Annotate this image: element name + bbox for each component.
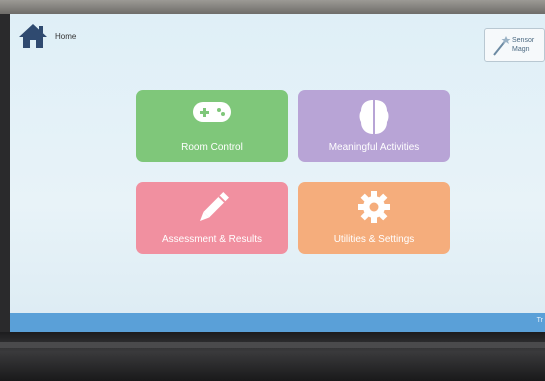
home-icon: [19, 24, 47, 48]
magic-wand-icon: [493, 36, 511, 56]
room-control-tile[interactable]: Room Control: [136, 90, 288, 162]
bottom-status-bar: Tr: [10, 313, 545, 332]
app-screen: Home Sensor Magn Room Control Meaningful…: [10, 14, 545, 332]
meaningful-activities-tile[interactable]: Meaningful Activities: [298, 90, 450, 162]
home-button[interactable]: [18, 22, 48, 50]
assessment-results-tile[interactable]: Assessment & Results: [136, 182, 288, 254]
status-bar-text: Tr: [536, 317, 543, 324]
monitor-ledge: [0, 342, 545, 348]
monitor-top-bezel: [0, 0, 545, 14]
sensor-button[interactable]: Sensor Magn: [484, 28, 545, 62]
gamepad-icon: [193, 102, 231, 122]
assessment-results-label: Assessment & Results: [161, 234, 263, 245]
utilities-settings-tile[interactable]: Utilities & Settings: [298, 182, 450, 254]
pencil-icon: [199, 192, 229, 222]
brain-icon: [359, 100, 389, 134]
home-label: Home: [55, 32, 77, 41]
meaningful-activities-label: Meaningful Activities: [328, 142, 420, 153]
sensor-button-label: Sensor Magn: [512, 37, 535, 53]
utilities-settings-label: Utilities & Settings: [333, 234, 415, 245]
room-control-label: Room Control: [181, 142, 243, 153]
monitor-bottom-bezel: [0, 332, 545, 381]
gear-icon: [358, 191, 390, 223]
